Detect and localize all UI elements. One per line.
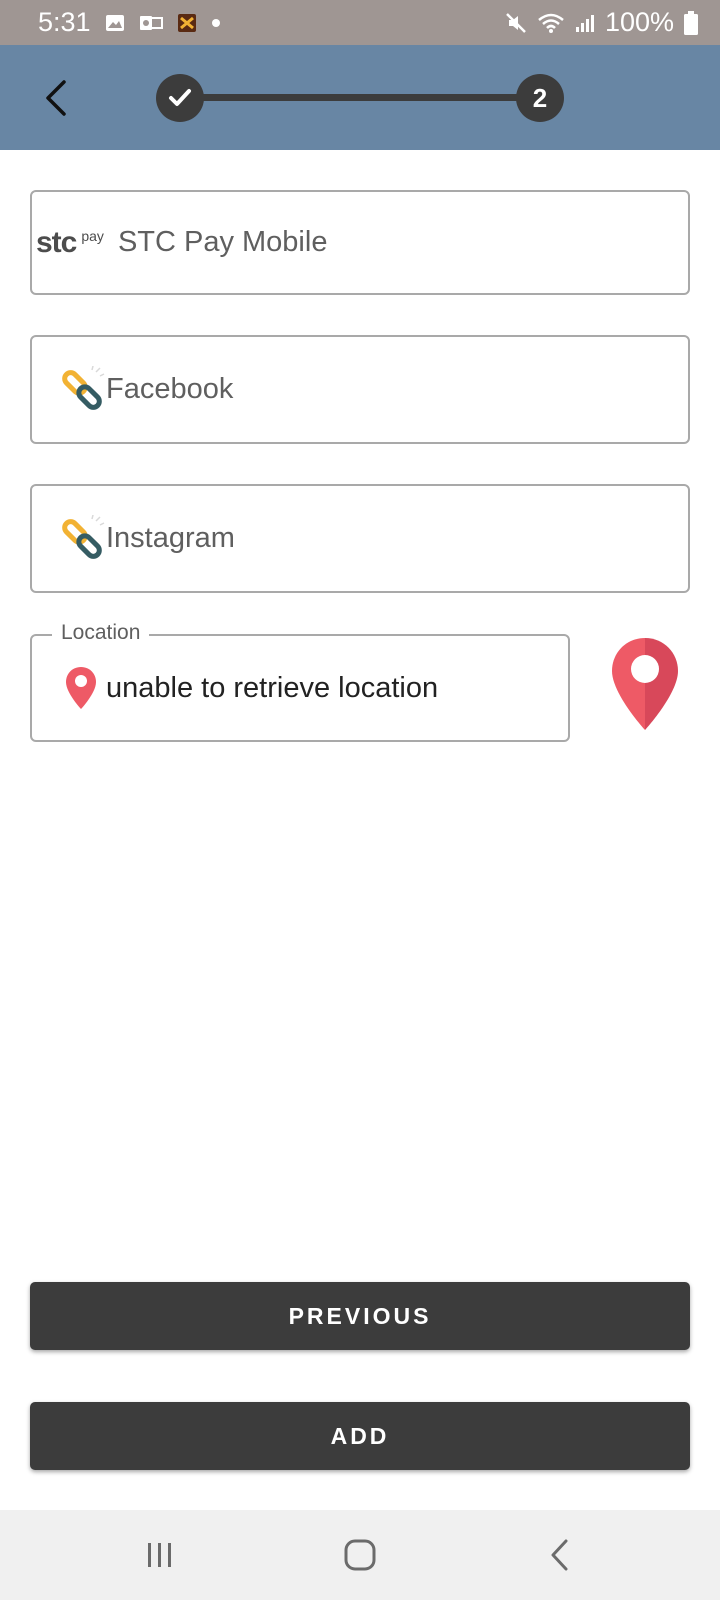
stc-pay-logo: stc pay	[36, 225, 104, 259]
wifi-icon	[537, 12, 565, 34]
gallery-icon	[105, 14, 125, 32]
instagram-field[interactable]: Instagram	[30, 484, 690, 593]
back-arrow-icon	[46, 80, 66, 116]
location-pin-icon	[612, 638, 678, 730]
get-location-button[interactable]	[610, 636, 680, 732]
dot-icon	[211, 18, 221, 28]
back-button[interactable]	[30, 73, 80, 123]
stc-pay-field[interactable]: stc pay STC Pay Mobile	[30, 190, 690, 295]
app-bar: 2	[0, 45, 720, 150]
status-time: 5:31	[38, 7, 91, 37]
stc-pay-value: STC Pay Mobile	[117, 226, 328, 258]
location-pin-icon	[66, 667, 96, 709]
home-icon	[344, 1539, 376, 1571]
screen: 5:31 100% 2 stc pay STC Pay Mobile Faceb…	[0, 0, 720, 1600]
battery-icon	[684, 10, 698, 35]
signal-icon	[575, 13, 595, 33]
step-1-completed	[156, 74, 204, 122]
navigation-bar	[0, 1510, 720, 1600]
previous-button[interactable]: PREVIOUS	[30, 1282, 690, 1350]
facebook-field[interactable]: Facebook	[30, 335, 690, 444]
location-value: unable to retrieve location	[106, 671, 439, 704]
recent-apps-button[interactable]	[130, 1535, 190, 1575]
stepper: 2	[156, 74, 564, 122]
outlook-icon	[139, 14, 163, 32]
check-icon	[169, 89, 191, 106]
battery-percent: 100%	[604, 7, 674, 37]
link-icon	[62, 514, 105, 559]
add-button[interactable]: ADD	[30, 1402, 690, 1470]
system-back-button[interactable]	[530, 1535, 590, 1575]
status-bar: 5:31 100%	[0, 0, 720, 45]
app-icon	[177, 13, 197, 33]
location-field[interactable]: Location unable to retrieve location	[30, 621, 570, 742]
status-right: 100%	[505, 7, 698, 38]
mute-icon	[505, 12, 527, 34]
location-label: Location	[52, 621, 150, 645]
status-left: 5:31	[38, 7, 221, 38]
step-2-current: 2	[516, 74, 564, 122]
instagram-value: Instagram	[106, 522, 235, 554]
back-icon	[551, 1539, 568, 1571]
recent-apps-icon	[148, 1543, 171, 1567]
home-button[interactable]	[330, 1535, 390, 1575]
link-icon	[62, 365, 105, 410]
facebook-value: Facebook	[106, 373, 234, 405]
stepper-line	[180, 94, 540, 101]
